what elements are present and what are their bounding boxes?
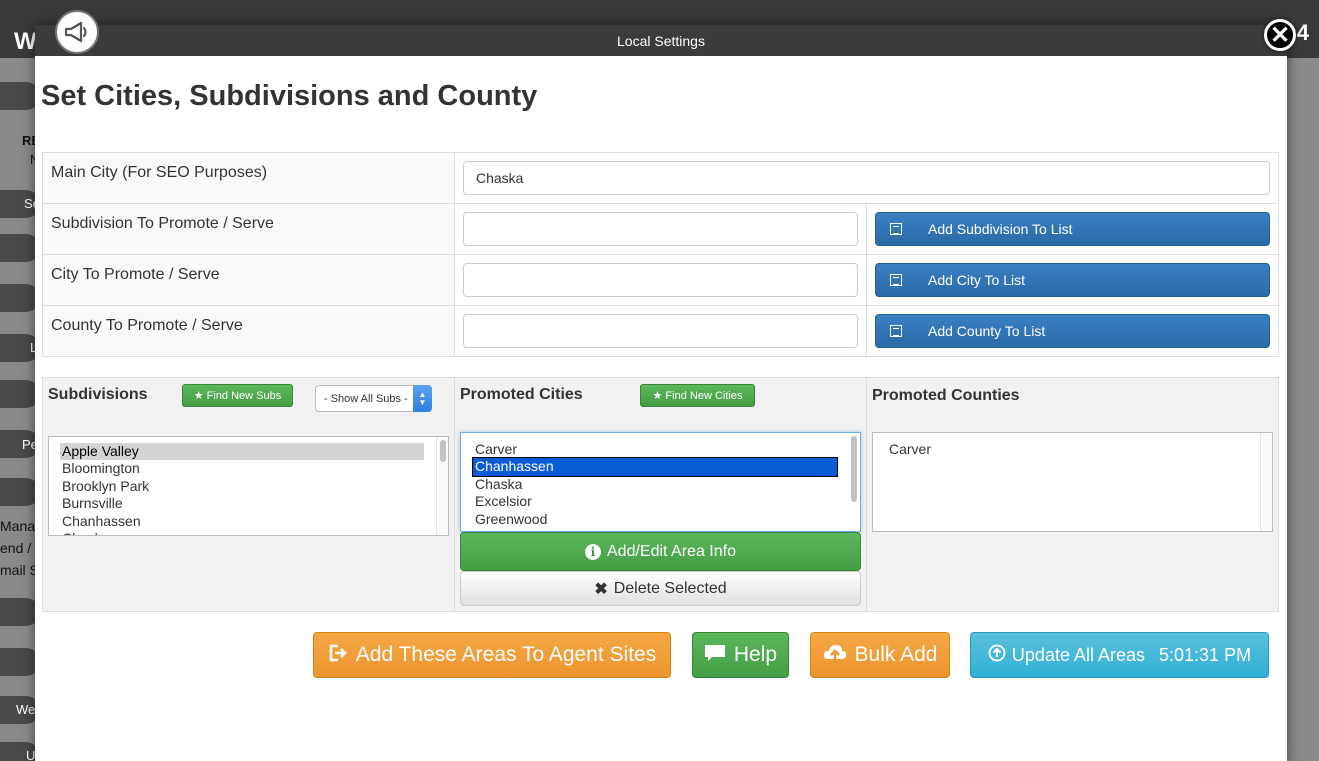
- subs-filter-value: - Show All Subs -: [324, 392, 408, 405]
- chevron-updown-icon: ▲ ▼: [413, 385, 432, 412]
- subdivision-option[interactable]: Chaska: [60, 530, 424, 535]
- subdivision-option[interactable]: Burnsville: [60, 495, 424, 512]
- bg-fragment: We: [16, 702, 36, 717]
- add-subdivision-label: Add Subdivision To List: [928, 221, 1073, 237]
- promoted-cities-title: Promoted Cities: [460, 386, 583, 403]
- add-edit-area-info-button[interactable]: i Add/Edit Area Info: [460, 532, 861, 571]
- update-all-areas-button[interactable]: Update All Areas 5:01:31 PM: [970, 632, 1269, 678]
- add-city-label: Add City To List: [928, 272, 1026, 288]
- add-subdivision-button[interactable]: Add Subdivision To List: [875, 212, 1270, 246]
- add-areas-label: Add These Areas To Agent Sites: [355, 643, 657, 666]
- bg-pill: [0, 648, 40, 676]
- county-label: County To Promote / Serve: [42, 305, 455, 357]
- page-title: Set Cities, Subdivisions and County: [41, 80, 538, 112]
- delete-selected-label: Delete Selected: [613, 579, 727, 597]
- main-city-row: Main City (For SEO Purposes): [42, 152, 1279, 204]
- bg-pill: [0, 478, 40, 506]
- subdivision-label: Subdivision To Promote / Serve: [42, 203, 455, 255]
- info-icon: i: [585, 543, 601, 560]
- help-button[interactable]: Help: [692, 632, 789, 678]
- sign-out-icon: [328, 644, 348, 666]
- promoted-counties-title: Promoted Counties: [872, 387, 1020, 404]
- county-input[interactable]: [463, 314, 858, 348]
- help-label: Help: [733, 643, 778, 666]
- scrollbar[interactable]: [1260, 433, 1272, 531]
- county-row: County To Promote / Serve Add County To …: [42, 305, 1279, 357]
- add-areas-to-agent-sites-button[interactable]: Add These Areas To Agent Sites: [313, 632, 671, 678]
- city-option[interactable]: Greenwood: [473, 511, 837, 528]
- subdivisions-title: Subdivisions: [48, 386, 148, 403]
- main-city-input[interactable]: [463, 161, 1270, 195]
- promoted-counties-panel: Promoted Counties Carver: [867, 378, 1279, 611]
- promoted-cities-panel: Promoted Cities ★ Find New Cities Carver…: [455, 378, 867, 611]
- city-label: City To Promote / Serve: [42, 254, 455, 306]
- promoted-counties-listbox[interactable]: Carver: [872, 432, 1273, 532]
- find-new-cities-button[interactable]: ★ Find New Cities: [640, 384, 755, 407]
- bg-fragment: W: [14, 28, 37, 55]
- city-option[interactable]: Chanhassen: [472, 457, 838, 477]
- bg-fragment: U: [26, 748, 36, 761]
- bg-pill: [0, 380, 40, 408]
- update-time: 5:01:31 PM: [1159, 644, 1252, 665]
- add-edit-area-info-label: Add/Edit Area Info: [607, 542, 736, 560]
- subdivisions-panel: Subdivisions ★ Find New Subs - Show All …: [43, 378, 455, 611]
- bg-fragment: mail S: [0, 562, 39, 578]
- add-county-label: Add County To List: [928, 323, 1046, 339]
- subs-filter-select[interactable]: - Show All Subs - ▲ ▼: [315, 385, 432, 412]
- update-all-areas-label: Update All Areas: [1011, 644, 1146, 665]
- city-option[interactable]: Carver: [473, 441, 837, 458]
- scrollbar[interactable]: [436, 437, 448, 535]
- city-input[interactable]: [463, 263, 858, 297]
- subdivision-option[interactable]: Chanhassen: [60, 513, 424, 530]
- list-icon: [890, 223, 902, 235]
- main-city-label: Main City (For SEO Purposes): [42, 152, 455, 204]
- county-option[interactable]: Carver: [887, 441, 1272, 458]
- city-row: City To Promote / Serve Add City To List: [42, 254, 1279, 306]
- bg-pill: [0, 234, 40, 262]
- subdivision-row: Subdivision To Promote / Serve Add Subdi…: [42, 203, 1279, 255]
- list-icon: [890, 274, 902, 286]
- bg-fragment: end /: [0, 540, 32, 556]
- add-county-button[interactable]: Add County To List: [875, 314, 1270, 348]
- bg-pill: [0, 82, 40, 110]
- bulk-add-label: Bulk Add: [854, 643, 938, 666]
- close-icon: ✖: [594, 580, 608, 598]
- arrow-circle-up-icon: [988, 644, 1006, 666]
- modal-title: Local Settings: [35, 25, 1287, 56]
- subdivision-option[interactable]: Brooklyn Park: [60, 478, 424, 495]
- scrollbar[interactable]: [848, 433, 860, 531]
- comment-icon: [704, 644, 726, 666]
- subdivision-input[interactable]: [463, 212, 858, 246]
- local-settings-modal: Local Settings Set Cities, Subdivisions …: [35, 25, 1287, 761]
- promoted-cities-listbox[interactable]: Carver Chanhassen Chaska Excelsior Greenwood…: [460, 432, 861, 532]
- megaphone-icon[interactable]: [55, 10, 99, 54]
- add-city-button[interactable]: Add City To List: [875, 263, 1270, 297]
- close-icon[interactable]: ✕: [1264, 19, 1296, 51]
- list-icon: [890, 325, 902, 337]
- find-new-subs-button[interactable]: ★ Find New Subs: [182, 384, 293, 407]
- area-form: Main City (For SEO Purposes) Subdivision…: [42, 152, 1279, 357]
- subdivision-option[interactable]: Bloomington: [60, 460, 424, 477]
- bg-pill: [0, 284, 40, 312]
- delete-selected-button[interactable]: ✖ Delete Selected: [460, 571, 861, 606]
- subdivision-option[interactable]: Apple Valley: [60, 443, 424, 461]
- bulk-add-button[interactable]: Bulk Add: [810, 632, 950, 678]
- cloud-upload-icon: [823, 643, 847, 667]
- city-option[interactable]: Chaska: [473, 476, 837, 493]
- subdivisions-listbox[interactable]: Apple Valley Bloomington Brooklyn Park Burn…: [48, 436, 449, 536]
- bg-pill: [0, 598, 40, 626]
- area-lists: Subdivisions ★ Find New Subs - Show All …: [42, 377, 1279, 612]
- city-option[interactable]: Excelsior: [473, 493, 837, 510]
- bg-fragment: 4: [1296, 20, 1309, 45]
